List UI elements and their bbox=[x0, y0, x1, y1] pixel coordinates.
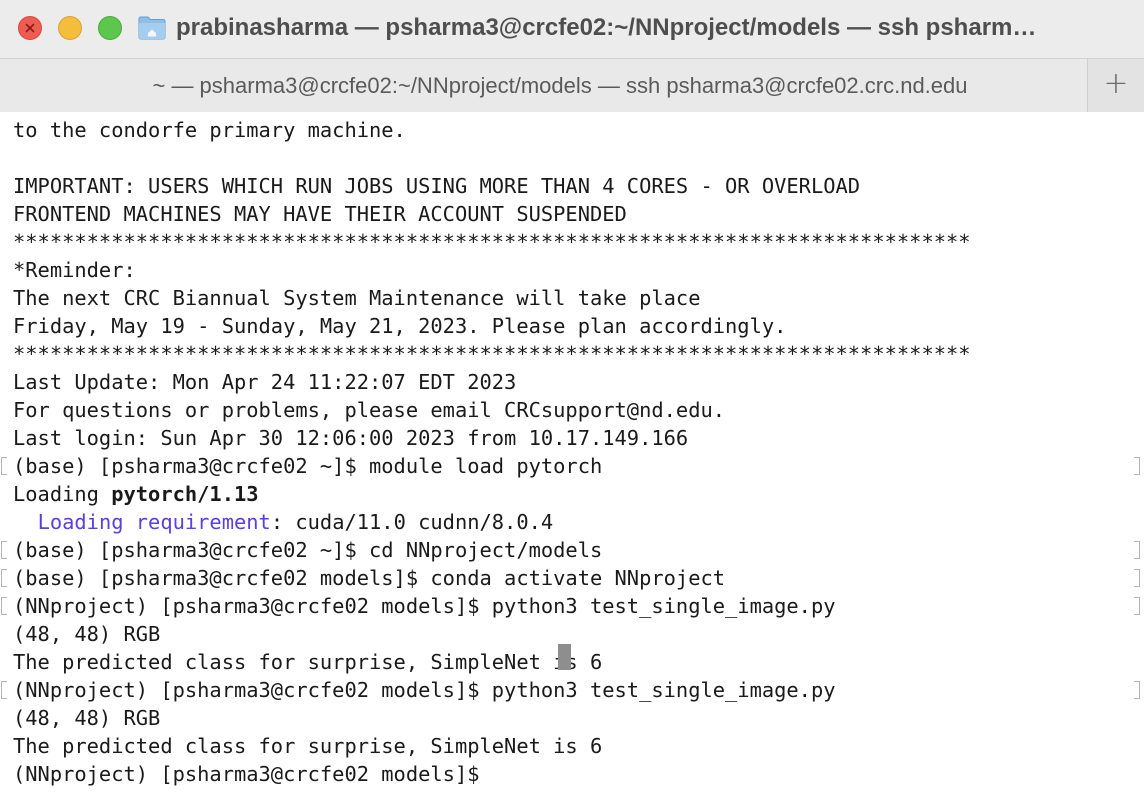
prompt-mark-right bbox=[1134, 541, 1140, 559]
tab-active[interactable]: ~ — psharma3@crcfe02:~/NNproject/models … bbox=[0, 59, 1087, 112]
terminal-line: For questions or problems, please email … bbox=[13, 398, 726, 422]
prompt-mark-right bbox=[1134, 569, 1140, 587]
terminal-line: Last Update: Mon Apr 24 11:22:07 EDT 202… bbox=[13, 370, 517, 394]
prompt-mark-left bbox=[1, 681, 7, 699]
prompt-mark-right bbox=[1134, 457, 1140, 475]
terminal-output[interactable]: to the condorfe primary machine. IMPORTA… bbox=[0, 116, 1144, 792]
tab-bar: ~ — psharma3@crcfe02:~/NNproject/models … bbox=[0, 58, 1144, 112]
text-cursor bbox=[558, 644, 571, 670]
terminal-line: Friday, May 19 - Sunday, May 21, 2023. P… bbox=[13, 314, 787, 338]
terminal-command-line: (base) [psharma3@crcfe02 ~]$ module load… bbox=[13, 454, 603, 478]
loading-prefix: Loading bbox=[13, 482, 112, 506]
close-icon bbox=[25, 23, 35, 33]
title-bar[interactable]: prabinasharma — psharma3@crcfe02:~/NNpro… bbox=[0, 0, 1144, 58]
terminal-command-line: (NNproject) [psharma3@crcfe02 models]$ p… bbox=[13, 678, 836, 702]
terminal-command-line: (NNproject) [psharma3@crcfe02 models]$ p… bbox=[13, 594, 836, 618]
terminal-line: Last login: Sun Apr 30 12:06:00 2023 fro… bbox=[13, 426, 689, 450]
terminal-line: (48, 48) RGB bbox=[13, 622, 161, 646]
folder-icon bbox=[138, 16, 166, 40]
terminal-window: prabinasharma — psharma3@crcfe02:~/NNpro… bbox=[0, 0, 1144, 792]
prompt-mark-left bbox=[1, 541, 7, 559]
terminal-line: The predicted class for surprise, Simple… bbox=[13, 650, 603, 674]
terminal-line: The predicted class for surprise, Simple… bbox=[13, 734, 603, 758]
requirement-indent bbox=[13, 510, 38, 534]
requirement-label: Loading requirement bbox=[37, 510, 271, 534]
terminal-line: *Reminder: bbox=[13, 258, 136, 282]
tab-label: ~ — psharma3@crcfe02:~/NNproject/models … bbox=[152, 73, 968, 98]
minimize-button[interactable] bbox=[58, 16, 82, 40]
terminal-command-line: (base) [psharma3@crcfe02 ~]$ cd NNprojec… bbox=[13, 538, 603, 562]
terminal-line: IMPORTANT: USERS WHICH RUN JOBS USING MO… bbox=[13, 174, 861, 198]
terminal-line: ****************************************… bbox=[13, 342, 971, 366]
terminal-line: (48, 48) RGB bbox=[13, 706, 161, 730]
prompt-mark-left bbox=[1, 457, 7, 475]
terminal-line-requirement: Loading requirement: cuda/11.0 cudnn/8.0… bbox=[13, 508, 554, 536]
terminal-prompt-line[interactable]: (NNproject) [psharma3@crcfe02 models]$ bbox=[13, 760, 492, 788]
new-tab-button[interactable]: + bbox=[1087, 59, 1144, 112]
window-title: prabinasharma — psharma3@crcfe02:~/NNpro… bbox=[176, 14, 1037, 41]
terminal-command-line: (base) [psharma3@crcfe02 models]$ conda … bbox=[13, 566, 726, 590]
close-button[interactable] bbox=[18, 16, 42, 40]
zoom-button[interactable] bbox=[98, 16, 122, 40]
terminal-line: to the condorfe primary machine. bbox=[13, 118, 406, 142]
terminal-line: ****************************************… bbox=[13, 230, 971, 254]
prompt-mark-left bbox=[1, 597, 7, 615]
terminal-line-loading: Loading pytorch/1.13 bbox=[13, 480, 259, 508]
terminal-line: The next CRC Biannual System Maintenance… bbox=[13, 286, 701, 310]
plus-icon: + bbox=[1103, 66, 1129, 101]
requirement-value: : cuda/11.0 cudnn/8.0.4 bbox=[270, 510, 554, 534]
prompt-mark-left bbox=[1, 569, 7, 587]
terminal-line: FRONTEND MACHINES MAY HAVE THEIR ACCOUNT… bbox=[13, 202, 627, 226]
loading-module: pytorch/1.13 bbox=[111, 482, 259, 506]
prompt-mark-right bbox=[1134, 681, 1140, 699]
prompt-mark-right bbox=[1134, 597, 1140, 615]
